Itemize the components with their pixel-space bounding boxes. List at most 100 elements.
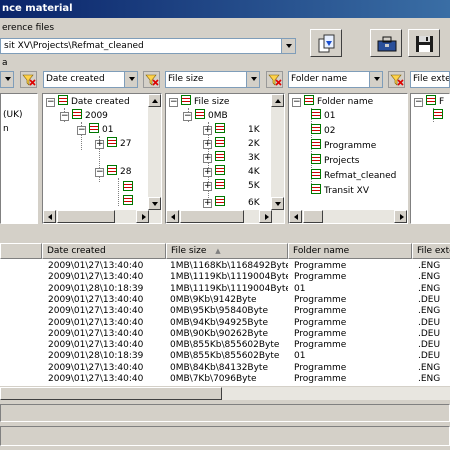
horizontal-scrollbar[interactable] bbox=[43, 210, 149, 223]
collapse-icon[interactable]: − bbox=[414, 98, 423, 107]
filter-combo-folder[interactable]: Folder name bbox=[288, 71, 383, 88]
tree-pane-size[interactable]: − File size −0MB +1K +2K +3K +4K +5K +6K bbox=[165, 93, 285, 224]
tree-pane-extension[interactable]: − F bbox=[410, 93, 450, 224]
tree-node-folder-root[interactable]: − Folder name bbox=[292, 95, 373, 109]
table-row[interactable]: 2009\01\27\13:40:40 0MB\95Kb\95840Byte Pro… bbox=[0, 306, 450, 317]
tree-node-leaf[interactable] bbox=[433, 109, 446, 123]
table-row[interactable]: 2009\01\27\13:40:40 0MB\9Kb\9142Byte Progr… bbox=[0, 295, 450, 306]
filter-combo-date[interactable]: Date created bbox=[43, 71, 138, 88]
tree-node-size[interactable]: +4K bbox=[203, 165, 260, 179]
scroll-right-button[interactable] bbox=[394, 210, 407, 223]
tree-node-size[interactable]: +2K bbox=[203, 137, 260, 151]
chevron-down-icon[interactable] bbox=[246, 72, 259, 87]
scroll-left-button[interactable] bbox=[289, 210, 302, 223]
table-row[interactable]: 2009\01\27\13:40:40 0MB\90Kb\90262Byte Pro… bbox=[0, 329, 450, 340]
tree-node-size-root[interactable]: − File size bbox=[169, 95, 229, 109]
filter-combo-extension[interactable]: File exter bbox=[410, 71, 450, 88]
save-button[interactable] bbox=[408, 29, 440, 57]
scroll-left-button[interactable] bbox=[166, 210, 179, 223]
table-row[interactable]: 2009\01\28\10:18:39 1MB\1119Kb\1119004Byt… bbox=[0, 284, 450, 295]
results-grid[interactable]: Date created File size ▲ Folder name Fil… bbox=[0, 243, 450, 388]
scroll-thumb[interactable] bbox=[0, 387, 222, 400]
scroll-down-button[interactable] bbox=[271, 197, 284, 210]
grid-horizontal-scrollbar[interactable] bbox=[0, 386, 450, 400]
expand-icon[interactable]: + bbox=[203, 168, 212, 177]
tree-pane-date[interactable]: − Date created −2009 −01 +27 −28 bbox=[42, 93, 162, 224]
collapse-icon[interactable]: − bbox=[169, 98, 178, 107]
chevron-down-icon[interactable] bbox=[1, 72, 13, 87]
collapse-icon[interactable]: − bbox=[183, 112, 192, 121]
expand-icon[interactable]: + bbox=[203, 182, 212, 191]
collapse-icon[interactable]: − bbox=[77, 126, 86, 135]
horizontal-scrollbar[interactable] bbox=[166, 210, 272, 223]
filter-combo-1[interactable] bbox=[0, 71, 14, 88]
tree-node-leaf[interactable] bbox=[123, 181, 136, 195]
table-row[interactable]: 2009\01\27\13:40:40 0MB\94Kb\94925Byte Pro… bbox=[0, 318, 450, 329]
column-header-file-extension[interactable]: File exte bbox=[412, 243, 450, 259]
scroll-up-button[interactable] bbox=[271, 94, 284, 107]
tree-node-folder[interactable]: 02 bbox=[311, 124, 335, 138]
collapse-icon[interactable]: − bbox=[60, 112, 69, 121]
scroll-thumb[interactable] bbox=[303, 210, 323, 223]
table-row[interactable]: 2009\01\27\13:40:40 1MB\1119Kb\1119004Byt… bbox=[0, 272, 450, 283]
tree-node-day-28[interactable]: −28 bbox=[95, 165, 131, 179]
chevron-down-icon[interactable] bbox=[281, 39, 295, 53]
collapse-icon[interactable]: − bbox=[292, 98, 301, 107]
tree-node-day-27[interactable]: +27 bbox=[95, 137, 131, 151]
copy-files-button[interactable] bbox=[310, 29, 342, 57]
column-header-folder-name[interactable]: Folder name bbox=[288, 243, 412, 259]
tree-node[interactable]: n bbox=[3, 122, 9, 136]
chevron-down-icon[interactable] bbox=[369, 72, 382, 87]
tree-node-year[interactable]: −2009 bbox=[60, 109, 108, 123]
scroll-thumb[interactable] bbox=[180, 210, 244, 223]
reference-path-field[interactable]: sit XV\Projects\Refmat_cleaned bbox=[0, 38, 296, 54]
scroll-right-button[interactable] bbox=[259, 210, 272, 223]
tree-node-size[interactable]: +1K bbox=[203, 123, 260, 137]
expand-icon[interactable]: + bbox=[203, 140, 212, 149]
table-row[interactable]: 2009\01\27\13:40:40 0MB\7Kb\7096Byte Progr… bbox=[0, 374, 450, 385]
expand-icon[interactable]: + bbox=[95, 140, 104, 149]
tree-node-folder[interactable]: Projects bbox=[311, 154, 359, 168]
tree-node-date-root[interactable]: − Date created bbox=[46, 95, 130, 109]
scroll-left-button[interactable] bbox=[43, 210, 56, 223]
tree-node[interactable]: (UK) bbox=[3, 108, 23, 122]
clear-filter-1-button[interactable] bbox=[20, 71, 37, 88]
column-header-date-created[interactable]: Date created bbox=[42, 243, 166, 259]
scroll-right-button[interactable] bbox=[136, 210, 149, 223]
expand-icon[interactable]: + bbox=[203, 199, 212, 208]
scroll-down-button[interactable] bbox=[148, 197, 161, 210]
tree-node-size[interactable]: +5K bbox=[203, 179, 260, 193]
clear-filter-date-button[interactable] bbox=[143, 71, 160, 88]
vertical-scrollbar[interactable] bbox=[148, 94, 161, 223]
table-row[interactable]: 2009\01\27\13:40:40 0MB\84Kb\84132Byte Pro… bbox=[0, 363, 450, 374]
tree-node-folder[interactable]: Programme bbox=[311, 139, 376, 153]
tree-node-folder[interactable]: 01 bbox=[311, 109, 335, 123]
clear-filter-size-button[interactable] bbox=[266, 71, 283, 88]
tree-node-leaf[interactable] bbox=[123, 195, 136, 209]
tree-pane-folder[interactable]: − Folder name 01 02 Programme Projects Re… bbox=[288, 93, 408, 224]
table-row[interactable]: 2009\01\28\10:18:39 0MB\855Kb\855602Byte 0… bbox=[0, 351, 450, 362]
scroll-thumb[interactable] bbox=[57, 210, 115, 223]
collapse-icon[interactable]: − bbox=[95, 168, 104, 177]
tree-node-folder[interactable]: Refmat_cleaned bbox=[311, 169, 396, 183]
tools-button[interactable] bbox=[370, 29, 402, 57]
tree-node-ext-root[interactable]: − F bbox=[414, 95, 444, 109]
collapse-icon[interactable]: − bbox=[46, 98, 55, 107]
horizontal-scrollbar[interactable] bbox=[289, 210, 407, 223]
tree-node-month[interactable]: −01 bbox=[77, 123, 113, 137]
scroll-up-button[interactable] bbox=[148, 94, 161, 107]
tree-node-size[interactable]: +3K bbox=[203, 151, 260, 165]
tree-node-size[interactable]: +6K bbox=[203, 196, 260, 210]
expand-icon[interactable]: + bbox=[203, 126, 212, 135]
table-row[interactable]: 2009\01\27\13:40:40 0MB\855Kb\855602Byte P… bbox=[0, 340, 450, 351]
expand-icon[interactable]: + bbox=[203, 154, 212, 163]
clear-filter-folder-button[interactable] bbox=[388, 71, 405, 88]
vertical-scrollbar[interactable] bbox=[271, 94, 284, 223]
column-header[interactable] bbox=[0, 243, 42, 259]
filter-combo-size[interactable]: File size bbox=[165, 71, 260, 88]
tree-pane-1[interactable]: (UK) n bbox=[0, 93, 38, 224]
tree-node-folder[interactable]: Transit XV bbox=[311, 184, 369, 198]
tree-node-bucket[interactable]: −0MB bbox=[183, 109, 228, 123]
table-row[interactable]: 2009\01\27\13:40:40 1MB\1168Kb\1168492Byt… bbox=[0, 261, 450, 272]
chevron-down-icon[interactable] bbox=[124, 72, 137, 87]
